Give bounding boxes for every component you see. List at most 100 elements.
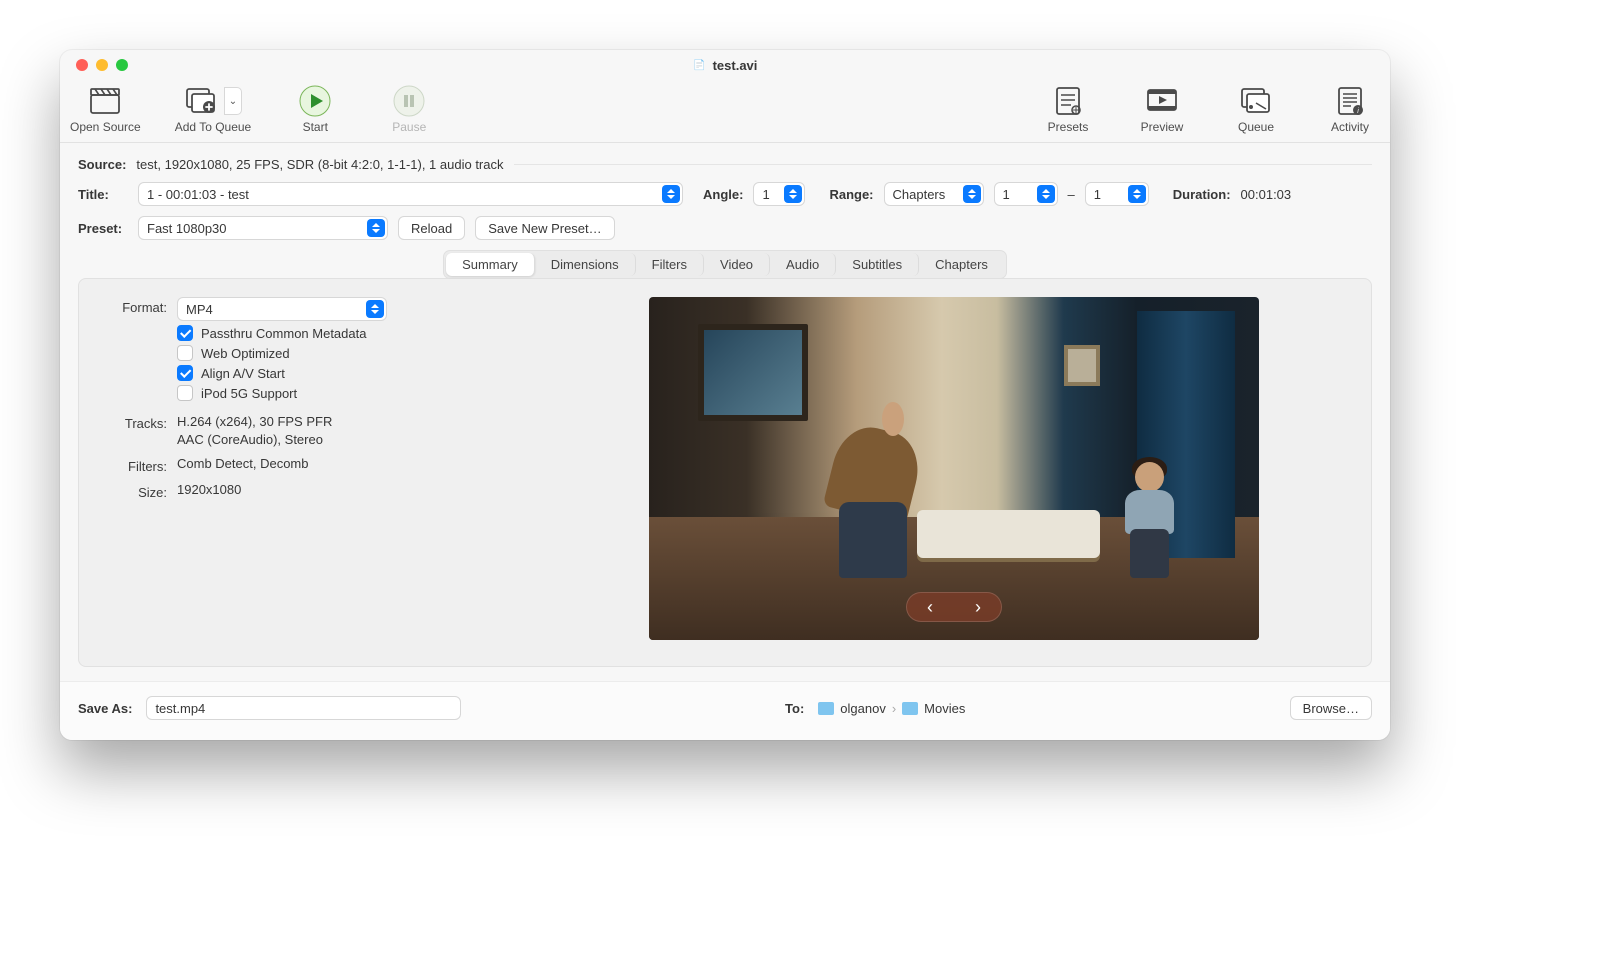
document-icon: 📄 xyxy=(693,58,707,72)
titlebar: 📄 test.avi xyxy=(60,50,1390,80)
minimize-window-button[interactable] xyxy=(96,59,108,71)
duration-value: 00:01:03 xyxy=(1241,187,1292,202)
save-as-input[interactable]: test.mp4 xyxy=(146,696,460,720)
video-preview[interactable]: ‹ › xyxy=(649,297,1259,640)
preview-pager: ‹ › xyxy=(906,592,1002,622)
preview-button[interactable]: Preview xyxy=(1132,84,1192,134)
tab-summary[interactable]: Summary xyxy=(446,253,535,276)
format-label: Format: xyxy=(95,297,167,315)
size-value: 1920x1080 xyxy=(177,482,525,497)
range-mode-select[interactable]: Chapters xyxy=(884,182,984,206)
filters-label: Filters: xyxy=(95,456,167,474)
activity-label: Activity xyxy=(1331,120,1369,134)
clapperboard-icon xyxy=(88,84,122,118)
size-label: Size: xyxy=(95,482,167,500)
pause-icon xyxy=(392,84,426,118)
folder-icon xyxy=(818,702,834,715)
window-title-text: test.avi xyxy=(713,58,758,73)
range-label: Range: xyxy=(829,187,873,202)
preview-icon xyxy=(1145,84,1179,118)
preview-prev-button[interactable]: ‹ xyxy=(927,597,933,618)
chevron-right-icon: › xyxy=(892,701,896,716)
duration-label: Duration: xyxy=(1173,187,1231,202)
window-title: 📄 test.avi xyxy=(693,58,758,73)
save-new-preset-button[interactable]: Save New Preset… xyxy=(475,216,614,240)
queue-label: Queue xyxy=(1238,120,1274,134)
tab-dimensions[interactable]: Dimensions xyxy=(535,253,636,276)
destination-breadcrumb[interactable]: olganov › Movies xyxy=(818,701,965,716)
alignav-label: Align A/V Start xyxy=(201,366,285,381)
checkbox-on-icon xyxy=(177,325,193,341)
tab-filters[interactable]: Filters xyxy=(636,253,704,276)
tab-chapters[interactable]: Chapters xyxy=(919,253,1004,276)
tracks-line-1: H.264 (x264), 30 FPS PFR xyxy=(177,413,525,431)
activity-icon: i xyxy=(1333,84,1367,118)
browse-button[interactable]: Browse… xyxy=(1290,696,1372,720)
title-value: 1 - 00:01:03 - test xyxy=(147,187,249,202)
save-as-value: test.mp4 xyxy=(155,701,205,716)
range-from-select[interactable]: 1 xyxy=(994,182,1058,206)
activity-button[interactable]: i Activity xyxy=(1320,84,1380,134)
preview-column: ‹ › xyxy=(553,297,1355,640)
checkbox-off-icon xyxy=(177,385,193,401)
tracks-value: H.264 (x264), 30 FPS PFR AAC (CoreAudio)… xyxy=(177,413,525,448)
chevron-updown-icon xyxy=(963,185,981,203)
preset-select[interactable]: Fast 1080p30 xyxy=(138,216,388,240)
add-to-queue-label: Add To Queue xyxy=(175,120,252,134)
tabs: Summary Dimensions Filters Video Audio S… xyxy=(443,250,1007,279)
open-source-button[interactable]: Open Source xyxy=(70,84,141,134)
toolbar: Open Source ⌄ Add To Queue Start xyxy=(60,80,1390,143)
tab-video[interactable]: Video xyxy=(704,253,770,276)
passthru-metadata-checkbox[interactable]: Passthru Common Metadata xyxy=(177,325,525,341)
tab-audio[interactable]: Audio xyxy=(770,253,836,276)
play-icon xyxy=(298,84,332,118)
add-to-queue-icon xyxy=(184,84,218,118)
checkbox-off-icon xyxy=(177,345,193,361)
preset-row: Preset: Fast 1080p30 Reload Save New Pre… xyxy=(78,216,1372,240)
preview-label: Preview xyxy=(1141,120,1184,134)
tab-strip: Summary Dimensions Filters Video Audio S… xyxy=(78,250,1372,279)
start-button[interactable]: Start xyxy=(285,84,345,134)
chevron-updown-icon xyxy=(662,185,680,203)
add-to-queue-button[interactable]: ⌄ Add To Queue xyxy=(175,84,252,134)
start-label: Start xyxy=(303,120,328,134)
preview-next-button[interactable]: › xyxy=(975,597,981,618)
ipod-5g-support-checkbox[interactable]: iPod 5G Support xyxy=(177,385,525,401)
close-window-button[interactable] xyxy=(76,59,88,71)
web-optimized-checkbox[interactable]: Web Optimized xyxy=(177,345,525,361)
webopt-label: Web Optimized xyxy=(201,346,290,361)
tracks-line-2: AAC (CoreAudio), Stereo xyxy=(177,431,525,449)
passthru-label: Passthru Common Metadata xyxy=(201,326,366,341)
range-from-value: 1 xyxy=(1003,187,1010,202)
format-select[interactable]: MP4 xyxy=(177,297,387,321)
path-folder: Movies xyxy=(924,701,965,716)
tab-subtitles[interactable]: Subtitles xyxy=(836,253,919,276)
ipod-label: iPod 5G Support xyxy=(201,386,297,401)
title-row: Title: 1 - 00:01:03 - test Angle: 1 Rang… xyxy=(78,182,1372,206)
range-to-value: 1 xyxy=(1094,187,1101,202)
align-av-start-checkbox[interactable]: Align A/V Start xyxy=(177,365,525,381)
content-area: Source: test, 1920x1080, 25 FPS, SDR (8-… xyxy=(60,143,1390,681)
reload-preset-button[interactable]: Reload xyxy=(398,216,465,240)
add-to-queue-dropdown[interactable]: ⌄ xyxy=(224,87,242,115)
presets-icon xyxy=(1051,84,1085,118)
queue-button[interactable]: Queue xyxy=(1226,84,1286,134)
angle-select[interactable]: 1 xyxy=(753,182,805,206)
range-mode-value: Chapters xyxy=(893,187,946,202)
to-label: To: xyxy=(785,701,804,716)
title-select[interactable]: 1 - 00:01:03 - test xyxy=(138,182,683,206)
path-user: olganov xyxy=(840,701,886,716)
preset-label: Preset: xyxy=(78,221,128,236)
range-to-select[interactable]: 1 xyxy=(1085,182,1149,206)
zoom-window-button[interactable] xyxy=(116,59,128,71)
preset-value: Fast 1080p30 xyxy=(147,221,227,236)
chevron-updown-icon xyxy=(1128,185,1146,203)
summary-panel: Format: MP4 Passthru Common Metadata xyxy=(78,278,1372,667)
angle-value: 1 xyxy=(762,187,769,202)
save-as-label: Save As: xyxy=(78,701,132,716)
title-label: Title: xyxy=(78,187,128,202)
chevron-updown-icon xyxy=(1037,185,1055,203)
presets-button[interactable]: Presets xyxy=(1038,84,1098,134)
checkbox-on-icon xyxy=(177,365,193,381)
folder-icon xyxy=(902,702,918,715)
